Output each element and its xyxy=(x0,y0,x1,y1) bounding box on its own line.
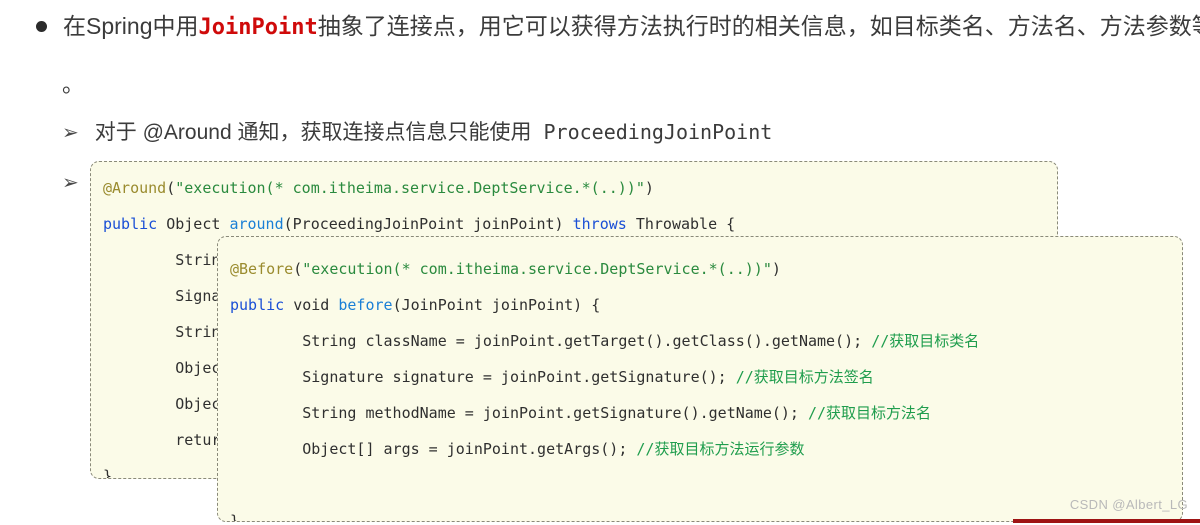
code-token-plain: Object[] args = joinPoint.getArgs(); xyxy=(230,440,637,458)
code-token-cmt: //获取目标方法运行参数 xyxy=(636,440,805,458)
code-token-str: "execution(* com.itheima.service.DeptSer… xyxy=(302,260,772,278)
code-token-kw: public xyxy=(230,296,294,314)
code-block-before-advice: @Before("execution(* com.itheima.service… xyxy=(217,236,1183,522)
code-line: @Before("execution(* com.itheima.service… xyxy=(230,251,1182,287)
filled-circle-bullet-icon xyxy=(36,21,47,32)
code-token-plain: ( xyxy=(293,260,303,278)
code-token-plain: (JoinPoint joinPoint) { xyxy=(392,296,601,314)
code-token-plain: } xyxy=(103,467,113,479)
code-token-meth: before xyxy=(338,296,393,314)
code-token-ann: @Before xyxy=(230,260,294,278)
main-bullet-row: 在Spring中用JoinPoint抽象了连接点，用它可以获得方法执行时的相关信… xyxy=(36,10,1200,44)
code-token-plain: Signature signature = joinPoint.getSigna… xyxy=(230,368,736,386)
code-line: public void before(JoinPoint joinPoint) … xyxy=(230,287,1182,323)
code-token-cmt: //获取目标方法名 xyxy=(807,404,932,422)
sub-bullet-mono-term: ProceedingJoinPoint xyxy=(531,120,773,144)
code-token-plain: ) xyxy=(644,179,654,197)
bottom-red-rule xyxy=(1013,519,1200,523)
sub-bullet-text-1: 对于 @Around 通知，获取连接点信息只能使用 ProceedingJoin… xyxy=(95,118,773,147)
code-token-kw: public xyxy=(103,215,167,233)
bullet-segment-2: 抽象了连接点，用它可以获得方法执行时的相关信息，如目标类名、方法名、方法参数等 xyxy=(317,13,1200,39)
bullet-segment-1: 在Spring中用 xyxy=(63,13,199,39)
code-token-kw: throws xyxy=(572,215,636,233)
csdn-watermark: CSDN @Albert_LG xyxy=(1069,497,1188,512)
code-token-plain: Throwable { xyxy=(635,215,736,233)
code-line: Signature signature = joinPoint.getSigna… xyxy=(230,359,1182,395)
code-token-ann: @Around xyxy=(103,179,167,197)
code-token-plain: String methodName = joinPoint.getSignatu… xyxy=(230,404,808,422)
code-line: String methodName = joinPoint.getSignatu… xyxy=(230,395,1182,431)
bullet-keyword-joinpoint: JoinPoint xyxy=(198,15,318,40)
code-line: Object[] args = joinPoint.getArgs(); //获… xyxy=(230,431,1182,467)
sub-bullet-row-1: ➢ 对于 @Around 通知，获取连接点信息只能使用 ProceedingJo… xyxy=(62,118,772,147)
code-token-plain: ( xyxy=(166,179,176,197)
code-token-cmt: //获取目标方法签名 xyxy=(735,368,874,386)
code-line: @Around("execution(* com.itheima.service… xyxy=(103,170,1057,206)
main-bullet-text: 在Spring中用JoinPoint抽象了连接点，用它可以获得方法执行时的相关信… xyxy=(63,10,1200,44)
code-token-meth: around xyxy=(229,215,284,233)
code-token-str: "execution(* com.itheima.service.DeptSer… xyxy=(175,179,645,197)
code-token-cmt: //获取目标类名 xyxy=(871,332,980,350)
code-line: String className = joinPoint.getTarget()… xyxy=(230,323,1182,359)
code-token-plain: Object xyxy=(166,215,230,233)
sub-bullet-prefix: 对于 @Around 通知，获取连接点信息只能使用 xyxy=(94,121,532,144)
code-token-plain: String className = joinPoint.getTarget()… xyxy=(230,332,872,350)
code-token-plain: ) xyxy=(771,260,781,278)
code-token-plain: void xyxy=(293,296,339,314)
arrowhead-bullet-icon: ➢ xyxy=(62,120,79,144)
arrowhead-bullet-icon-2: ➢ xyxy=(62,170,79,194)
code-token-plain: } xyxy=(230,512,240,522)
bullet-trailing-period: 。 xyxy=(62,72,85,97)
code-token-plain: (ProceedingJoinPoint joinPoint) xyxy=(283,215,573,233)
